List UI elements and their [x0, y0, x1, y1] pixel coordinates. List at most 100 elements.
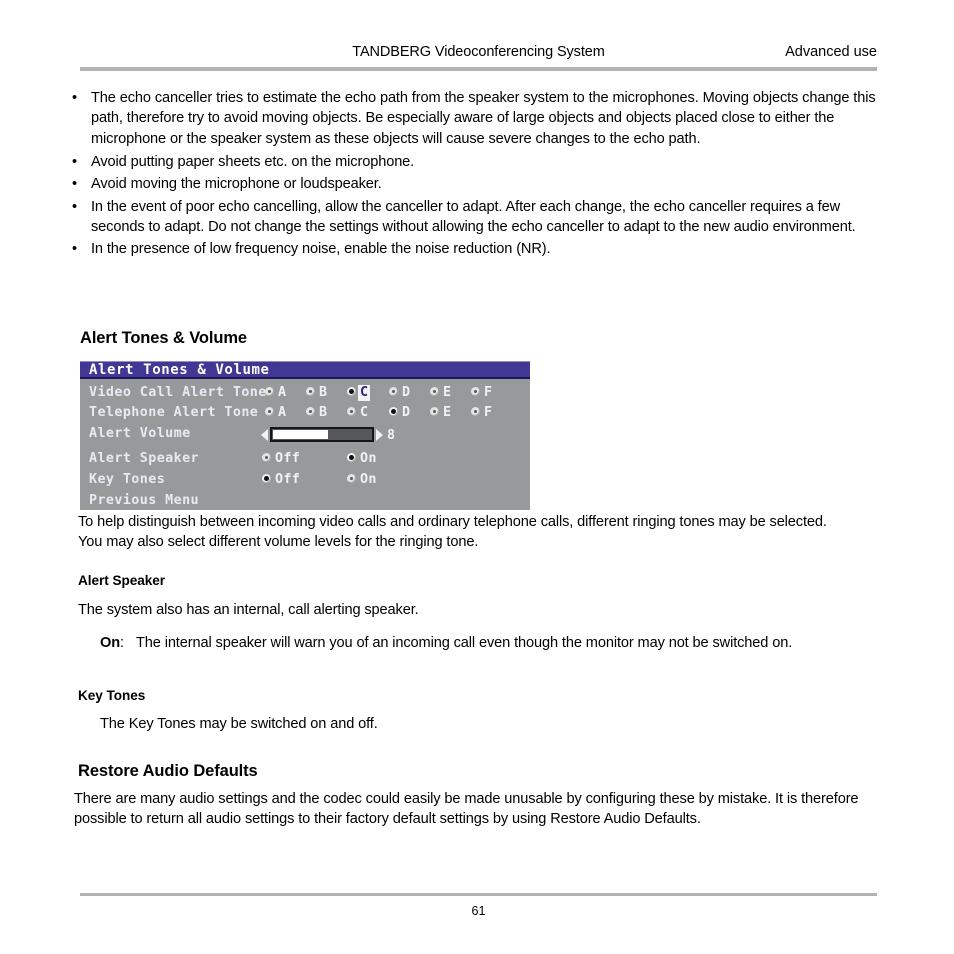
osd-option-label: On	[360, 472, 377, 487]
list-item: • Avoid putting paper sheets etc. on the…	[72, 152, 877, 172]
osd-option-label: A	[278, 385, 287, 400]
osd-option-label: F	[484, 405, 493, 420]
osd-row-telephone-alert-tone[interactable]: Telephone Alert Tone A B C D E F	[80, 402, 530, 423]
osd-options-alert-speaker: Off On	[262, 448, 530, 469]
osd-alert-volume-slider[interactable]: 8	[261, 425, 396, 443]
osd-row-previous-menu[interactable]: Previous Menu	[80, 490, 530, 511]
osd-option-phone-tone-d[interactable]: D	[389, 402, 410, 423]
radio-icon	[430, 407, 439, 416]
osd-option-phone-tone-c[interactable]: C	[347, 402, 368, 423]
osd-label-alert-speaker: Alert Speaker	[89, 451, 200, 466]
arrow-right-icon[interactable]	[376, 428, 383, 441]
heading-restore-audio-defaults: Restore Audio Defaults	[78, 762, 258, 780]
radio-icon	[389, 387, 398, 396]
radio-icon	[347, 474, 356, 483]
osd-label-key-tones: Key Tones	[89, 472, 166, 487]
osd-option-video-tone-c[interactable]: C	[347, 382, 371, 403]
heading-alert-speaker: Alert Speaker	[78, 573, 165, 588]
osd-alert-volume-value: 8	[387, 428, 396, 443]
osd-option-label: B	[319, 405, 328, 420]
osd-option-phone-tone-f[interactable]: F	[471, 402, 492, 423]
osd-title-bar: Alert Tones & Volume	[80, 361, 530, 379]
osd-option-label: A	[278, 405, 287, 420]
osd-option-alert-speaker-on[interactable]: On	[347, 448, 377, 469]
list-item-text: Avoid moving the microphone or loudspeak…	[91, 176, 382, 193]
osd-option-label: E	[443, 405, 452, 420]
definition-alert-speaker-on: On: The internal speaker will warn you of…	[100, 633, 890, 653]
osd-row-video-call-alert-tone[interactable]: Video Call Alert Tone A B C D E F	[80, 382, 530, 403]
osd-option-label: D	[402, 385, 411, 400]
definition-term: On	[100, 635, 121, 651]
radio-icon	[306, 407, 315, 416]
list-item: • Avoid moving the microphone or loudspe…	[72, 174, 877, 194]
radio-icon	[471, 387, 480, 396]
radio-icon	[306, 387, 315, 396]
list-item: • The echo canceller tries to estimate t…	[72, 88, 877, 149]
radio-icon	[430, 387, 439, 396]
alert-speaker-body-text: The system also has an internal, call al…	[78, 602, 419, 618]
list-item-text: In the presence of low frequency noise, …	[91, 241, 551, 258]
header-rule	[80, 67, 877, 71]
osd-option-phone-tone-a[interactable]: A	[265, 402, 286, 423]
radio-icon	[389, 407, 398, 416]
osd-option-key-tones-off[interactable]: Off	[262, 469, 300, 490]
list-item-text: Avoid putting paper sheets etc. on the m…	[91, 153, 415, 170]
heading-key-tones: Key Tones	[78, 688, 146, 703]
list-item: • In the event of poor echo cancelling, …	[72, 197, 877, 238]
osd-option-video-tone-d[interactable]: D	[389, 382, 410, 403]
document-page: TANDBERG Videoconferencing System Advanc…	[0, 0, 954, 954]
footer-rule	[80, 893, 877, 896]
osd-option-phone-tone-b[interactable]: B	[306, 402, 327, 423]
running-head-title: TANDBERG Videoconferencing System	[352, 44, 605, 60]
osd-label-alert-volume: Alert Volume	[89, 426, 191, 441]
osd-option-label: On	[360, 451, 377, 466]
alert-tones-body-text: To help distinguish between incoming vid…	[78, 514, 827, 551]
osd-option-phone-tone-e[interactable]: E	[430, 402, 451, 423]
running-head-section: Advanced use	[785, 44, 877, 60]
osd-option-label: Off	[275, 451, 301, 466]
bullet-icon: •	[72, 198, 77, 215]
osd-option-video-tone-b[interactable]: B	[306, 382, 327, 403]
osd-label-previous-menu: Previous Menu	[89, 493, 200, 508]
osd-option-alert-speaker-off[interactable]: Off	[262, 448, 300, 469]
osd-row-alert-speaker[interactable]: Alert Speaker Off On	[80, 448, 530, 469]
osd-row-key-tones[interactable]: Key Tones Off On	[80, 469, 530, 490]
osd-option-video-tone-e[interactable]: E	[430, 382, 451, 403]
list-item: • In the presence of low frequency noise…	[72, 239, 877, 259]
heading-alert-tones-and-volume: Alert Tones & Volume	[80, 329, 247, 347]
osd-option-video-tone-f[interactable]: F	[471, 382, 492, 403]
bullet-icon: •	[72, 90, 77, 106]
osd-option-video-tone-a[interactable]: A	[265, 382, 286, 403]
osd-label-telephone-alert-tone: Telephone Alert Tone	[89, 405, 259, 420]
osd-row-alert-volume[interactable]: Alert Volume 8	[80, 423, 530, 444]
radio-icon	[347, 453, 356, 462]
osd-option-label: F	[484, 385, 493, 400]
arrow-left-icon[interactable]	[261, 428, 268, 441]
osd-title-text: Alert Tones & Volume	[89, 362, 270, 378]
radio-icon	[347, 407, 356, 416]
radio-icon	[471, 407, 480, 416]
slider-fill	[273, 430, 328, 439]
radio-icon	[262, 453, 271, 462]
slider-track[interactable]	[270, 427, 374, 442]
echo-canceller-bullet-list: • The echo canceller tries to estimate t…	[72, 88, 877, 262]
osd-option-label: Off	[275, 472, 301, 487]
list-item-text: The echo canceller tries to estimate the…	[91, 90, 876, 147]
radio-icon	[262, 474, 271, 483]
osd-label-video-call-alert-tone: Video Call Alert Tone	[89, 385, 267, 400]
bullet-icon: •	[72, 241, 77, 258]
osd-options-telephone-alert-tone: A B C D E F	[265, 402, 530, 423]
radio-icon	[347, 387, 356, 396]
running-head: TANDBERG Videoconferencing System Advanc…	[80, 42, 877, 62]
key-tones-body-text: The Key Tones may be switched on and off…	[100, 716, 378, 732]
osd-option-key-tones-on[interactable]: On	[347, 469, 377, 490]
osd-menu-alert-tones-and-volume: Alert Tones & Volume Video Call Alert To…	[80, 361, 530, 510]
radio-icon	[265, 387, 274, 396]
radio-icon	[265, 407, 274, 416]
bullet-icon: •	[72, 153, 77, 170]
page-number: 61	[471, 904, 486, 918]
restore-audio-defaults-body-text: There are many audio settings and the co…	[74, 791, 859, 828]
osd-option-label: C	[360, 405, 369, 420]
osd-option-label: E	[443, 385, 452, 400]
bullet-icon: •	[72, 176, 77, 193]
